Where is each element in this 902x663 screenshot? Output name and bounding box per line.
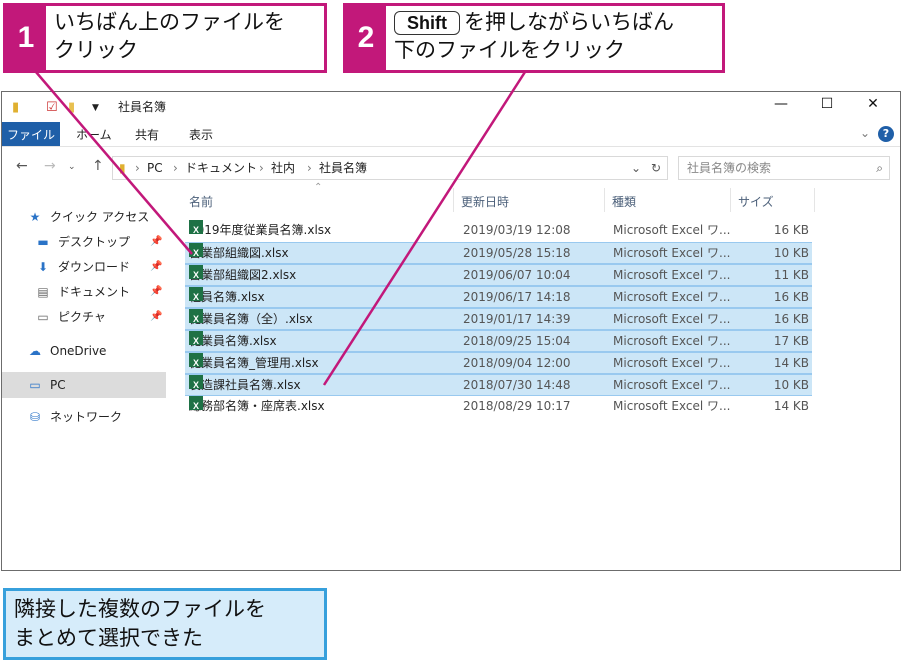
connector-step-1	[35, 71, 193, 255]
connector-lines	[35, 71, 527, 386]
connector-step-2	[322, 71, 527, 386]
result-note: 隣接した複数のファイルを まとめて選択できた	[3, 588, 327, 660]
